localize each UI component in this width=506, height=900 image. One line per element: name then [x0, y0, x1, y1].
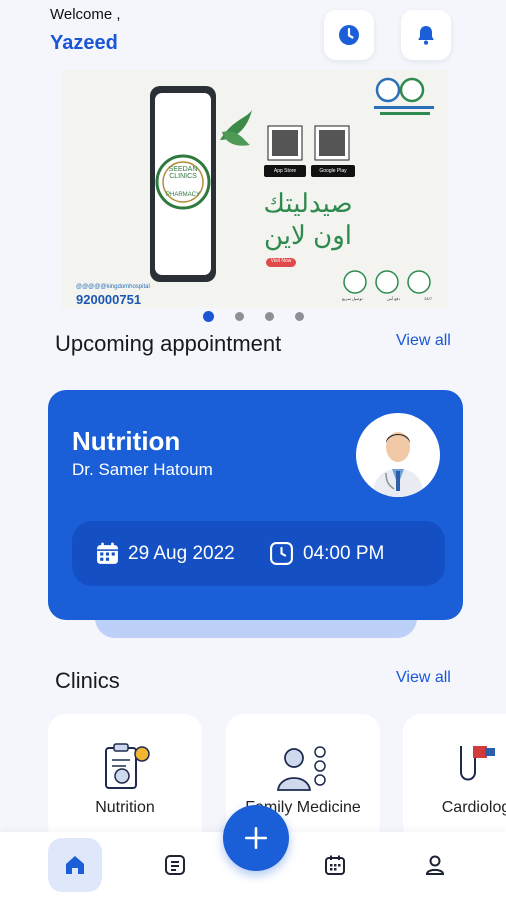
appointment-doctor: Dr. Samer Hatoum: [72, 460, 213, 479]
clinic-label: Cardiology: [441, 799, 506, 816]
clinic-label: Nutrition: [95, 799, 155, 816]
banner-feature: 24/7: [424, 296, 432, 301]
upcoming-title: Upcoming appointment: [55, 331, 282, 356]
notifications-button[interactable]: [401, 10, 451, 60]
calendar-icon: [97, 542, 118, 564]
banner-cta: Visit Now: [270, 258, 292, 264]
add-appointment-button[interactable]: [223, 805, 289, 871]
doctor-avatar: [356, 413, 440, 497]
clinics-view-all-link[interactable]: View all: [396, 669, 451, 687]
appointment-specialty: Nutrition: [72, 426, 181, 456]
banner-phone: 920000751: [76, 292, 142, 307]
promo-banner[interactable]: SEEDAN CLINICS PHARMACY App Store Google…: [62, 70, 448, 308]
banner-features: توصيل سريع دفع آمن 24/7: [342, 296, 432, 301]
records-icon: [165, 855, 185, 875]
banner-logo-bottom: PHARMACY: [165, 192, 200, 198]
cardiology-icon: [460, 746, 495, 781]
nutrition-icon: [105, 743, 150, 789]
nav-calendar[interactable]: [310, 850, 360, 880]
appointment-date: 29 Aug 2022: [128, 543, 235, 564]
appointment-time: 04:00 PM: [303, 543, 385, 564]
welcome-label: Welcome ,: [50, 6, 121, 23]
nav-home[interactable]: [48, 838, 102, 892]
carousel-dot[interactable]: [265, 312, 274, 321]
bell-icon: [418, 26, 434, 45]
add-icon: [244, 826, 268, 850]
clinic-card-nutrition[interactable]: Nutrition: [48, 714, 202, 844]
doctor-avatar-icon: [372, 432, 424, 497]
carousel-dot[interactable]: [295, 312, 304, 321]
carousel-indicator[interactable]: [203, 311, 304, 322]
history-button[interactable]: [324, 10, 374, 60]
carousel-dot-active[interactable]: [203, 311, 214, 322]
banner-arabic-line1: صيدليتك: [263, 188, 353, 218]
home-icon: [66, 856, 84, 874]
time-icon: [270, 542, 293, 565]
user-name: Yazeed: [50, 32, 118, 54]
banner-artwork: [62, 70, 448, 308]
clock-icon: [339, 25, 359, 45]
banner-feature: دفع آمن: [386, 296, 401, 301]
nav-profile[interactable]: [410, 850, 460, 880]
appointment-datetime: 29 Aug 2022 04:00 PM: [72, 521, 445, 586]
app-store-label: App Store: [273, 168, 297, 174]
family-medicine-icon: [276, 746, 326, 791]
google-play-label: Google Play: [319, 168, 347, 174]
clinics-title: Clinics: [55, 668, 120, 693]
nav-records[interactable]: [150, 850, 200, 880]
calendar-icon: [325, 855, 345, 875]
appointment-card[interactable]: Nutrition Dr. Samer Hatoum 29 Aug 2022 0…: [48, 390, 463, 620]
upcoming-view-all-link[interactable]: View all: [396, 332, 451, 350]
carousel-dot[interactable]: [235, 312, 244, 321]
banner-arabic-line2: اون لاين: [264, 220, 352, 250]
banner-logo-top: SEEDAN CLINICS: [168, 166, 198, 180]
profile-icon: [425, 855, 445, 875]
clinic-card-cardiology[interactable]: Cardiology: [403, 714, 506, 844]
banner-feature: توصيل سريع: [342, 296, 363, 301]
banner-social: @@@@@kingdomhospital: [76, 284, 150, 290]
